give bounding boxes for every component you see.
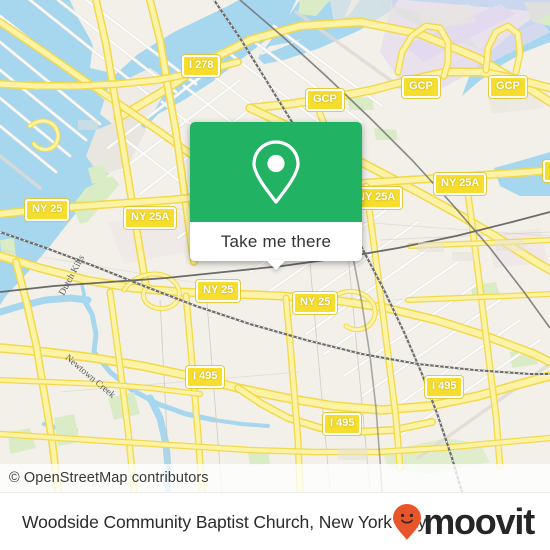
road-shield: I 495 <box>425 376 464 398</box>
osm-attribution-text[interactable]: © OpenStreetMap contributors <box>0 470 209 486</box>
footer-bar: Woodside Community Baptist Church, New Y… <box>0 492 550 550</box>
road-shield: NY 25A <box>124 207 177 229</box>
take-me-there-popup[interactable]: Take me there <box>190 122 362 270</box>
osm-attribution-bar: © OpenStreetMap contributors <box>0 464 550 492</box>
popup-pointer-tail <box>266 260 286 270</box>
place-title: Woodside Community Baptist Church, New Y… <box>22 511 427 532</box>
map-pin-icon <box>252 140 300 204</box>
road-shield: NY 25 <box>293 292 338 314</box>
moovit-wordmark: moovit <box>423 501 535 542</box>
take-me-there-label: Take me there <box>220 231 332 251</box>
road-shield: NY 25 <box>25 199 70 221</box>
road-shield: I 278 <box>182 55 221 77</box>
popup-action[interactable]: Take me there <box>190 222 362 261</box>
road-shield: NY 25A <box>434 173 487 195</box>
popup-header <box>190 122 362 222</box>
road-shield: GCP <box>489 76 527 98</box>
moovit-smiley-pin-icon <box>393 504 422 540</box>
road-shield: GCP <box>306 89 344 111</box>
road-shield: NY 25 <box>196 280 241 302</box>
road-shield: I 495 <box>186 366 225 388</box>
road-shield: I 495 <box>323 413 362 435</box>
moovit-logo[interactable]: moovit <box>392 501 535 542</box>
screenshot-root: .w { fill:#a6d7ef; } .wl { stroke:#a6d7e… <box>0 0 550 550</box>
road-shield-partial: NY 25A <box>543 160 550 182</box>
road-shield: GCP <box>402 76 440 98</box>
